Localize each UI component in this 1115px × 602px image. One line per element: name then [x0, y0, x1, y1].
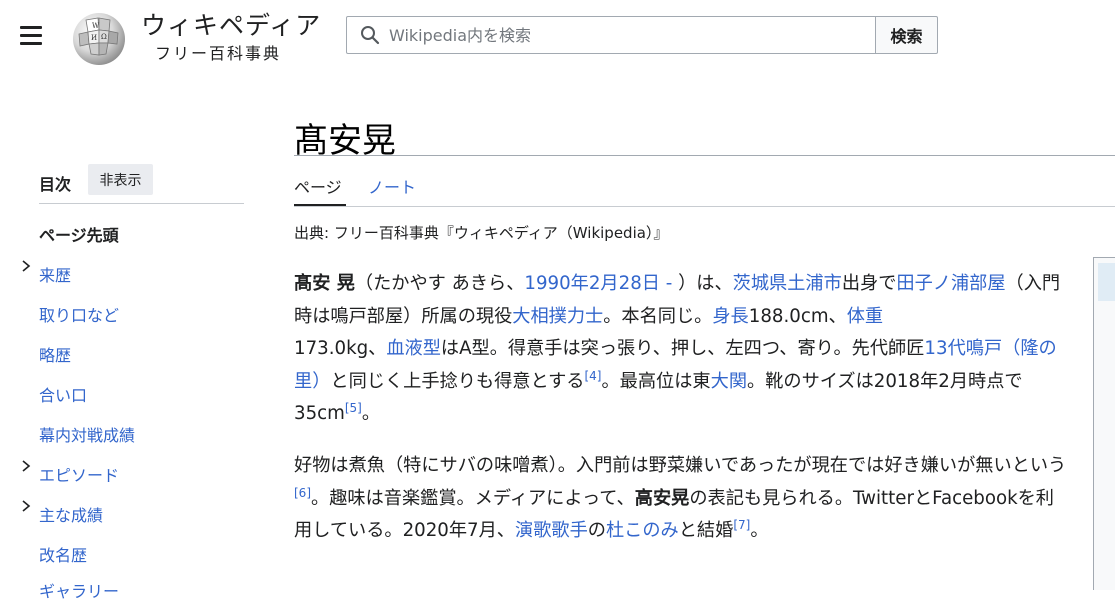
search-form: 検索: [346, 16, 938, 54]
text: の: [587, 520, 606, 541]
height-link[interactable]: 身長: [712, 306, 748, 327]
svg-text:Ω: Ω: [101, 33, 107, 41]
toc-item-name-changes[interactable]: 改名歴: [39, 542, 87, 566]
birthdate-link[interactable]: 1990年2月28日 -: [524, 273, 672, 294]
toc-expand-chevron-icon[interactable]: [20, 259, 32, 273]
search-box[interactable]: [346, 16, 876, 54]
blood-type-link[interactable]: 血液型: [386, 338, 441, 359]
text: 。本名同じ。: [603, 305, 713, 327]
svg-text:И: И: [91, 34, 97, 42]
toc-expand-chevron-icon[interactable]: [20, 459, 32, 473]
toc-item-brief-history[interactable]: 略歴: [39, 342, 71, 366]
text: 。: [750, 520, 769, 541]
enka-singer-link[interactable]: 演歌歌手: [515, 520, 588, 541]
toc-title: 目次: [39, 175, 72, 194]
tab-talk[interactable]: ノート: [368, 174, 416, 198]
text: 好物は煮魚（特にサバの味噌煮）。入門前は野菜嫌いであったが現在では好き嫌いが無い…: [294, 455, 1067, 476]
spouse-link[interactable]: 杜このみ: [606, 520, 679, 541]
toc-hide-button[interactable]: 非表示: [88, 164, 153, 195]
search-icon: [361, 26, 380, 45]
wikipedia-tagline: フリー百科事典: [155, 44, 282, 63]
toc-divider: [39, 203, 244, 204]
reference-4-link[interactable]: [4]: [584, 368, 601, 382]
article-paragraph-2: 好物は煮魚（特にサバの味噌煮）。入門前は野菜嫌いであったが現在では好き嫌いが無い…: [294, 450, 1070, 548]
tab-page[interactable]: ページ: [294, 174, 342, 198]
text: ）は、: [672, 273, 733, 294]
toc-item-episodes[interactable]: エピソード: [39, 462, 119, 486]
text: 出身で: [841, 273, 897, 294]
reference-6-link[interactable]: [6]: [294, 485, 311, 499]
toc-expand-chevron-icon[interactable]: [20, 499, 32, 513]
ozeki-link[interactable]: 大関: [711, 371, 747, 392]
text: 173.0kg、: [294, 338, 387, 359]
text: 188.0cm、: [748, 305, 847, 327]
stable-link[interactable]: 田子ノ浦部屋: [896, 273, 1005, 294]
search-button[interactable]: 検索: [875, 16, 938, 54]
reference-5-link[interactable]: [5]: [345, 401, 362, 415]
text: と同じく上手捻りも得意とする: [330, 370, 585, 392]
source-line: 出典: フリー百科事典『ウィキペディア（Wikipedia）』: [294, 224, 669, 242]
wikipedia-wordmark[interactable]: ウィキペディア: [141, 6, 321, 42]
text: はA型。得意手は突っ張り、押し、左四つ、寄り。先代師匠: [440, 338, 925, 359]
title-divider: [294, 155, 1115, 156]
rikishi-link[interactable]: 大相撲力士: [512, 306, 603, 327]
subject-name: 髙安 晃: [294, 273, 355, 294]
toc-item-matchups[interactable]: 合い口: [39, 382, 87, 406]
tabs-divider: [294, 206, 1115, 207]
article-paragraph-1: 髙安 晃（たかやす あきら、1990年2月28日 - ）は、茨城県土浦市出身で田…: [294, 268, 1070, 431]
text: （たかやす あきら、: [354, 273, 525, 294]
text: 。最高位は東: [601, 370, 711, 392]
main-menu-button[interactable]: [18, 23, 44, 47]
svg-text:W: W: [92, 22, 100, 30]
toc-item-style[interactable]: 取り口など: [39, 302, 119, 326]
toc-item-career[interactable]: 来歴: [39, 262, 71, 286]
infobox: [1093, 257, 1115, 590]
text: 。趣味は音楽鑑賞。メディアによって、: [311, 487, 635, 509]
toc-item-makuuchi-record[interactable]: 幕内対戦成績: [39, 422, 135, 446]
text: と結婚: [678, 520, 734, 541]
birthplace-link[interactable]: 茨城県土浦市: [733, 273, 842, 294]
alternate-name: 高安晃: [634, 487, 690, 509]
wikipedia-globe-logo[interactable]: W Ω И: [68, 6, 132, 66]
search-input[interactable]: [389, 17, 859, 53]
toc-item-achievements[interactable]: 主な成績: [39, 502, 103, 526]
text: 。: [361, 403, 381, 424]
weight-link[interactable]: 体重: [847, 306, 883, 327]
reference-7-link[interactable]: [7]: [733, 518, 750, 532]
toc-item-gallery[interactable]: ギャラリー: [39, 578, 119, 602]
infobox-header: [1098, 263, 1115, 301]
toc-item-top[interactable]: ページ先頭: [39, 222, 119, 246]
